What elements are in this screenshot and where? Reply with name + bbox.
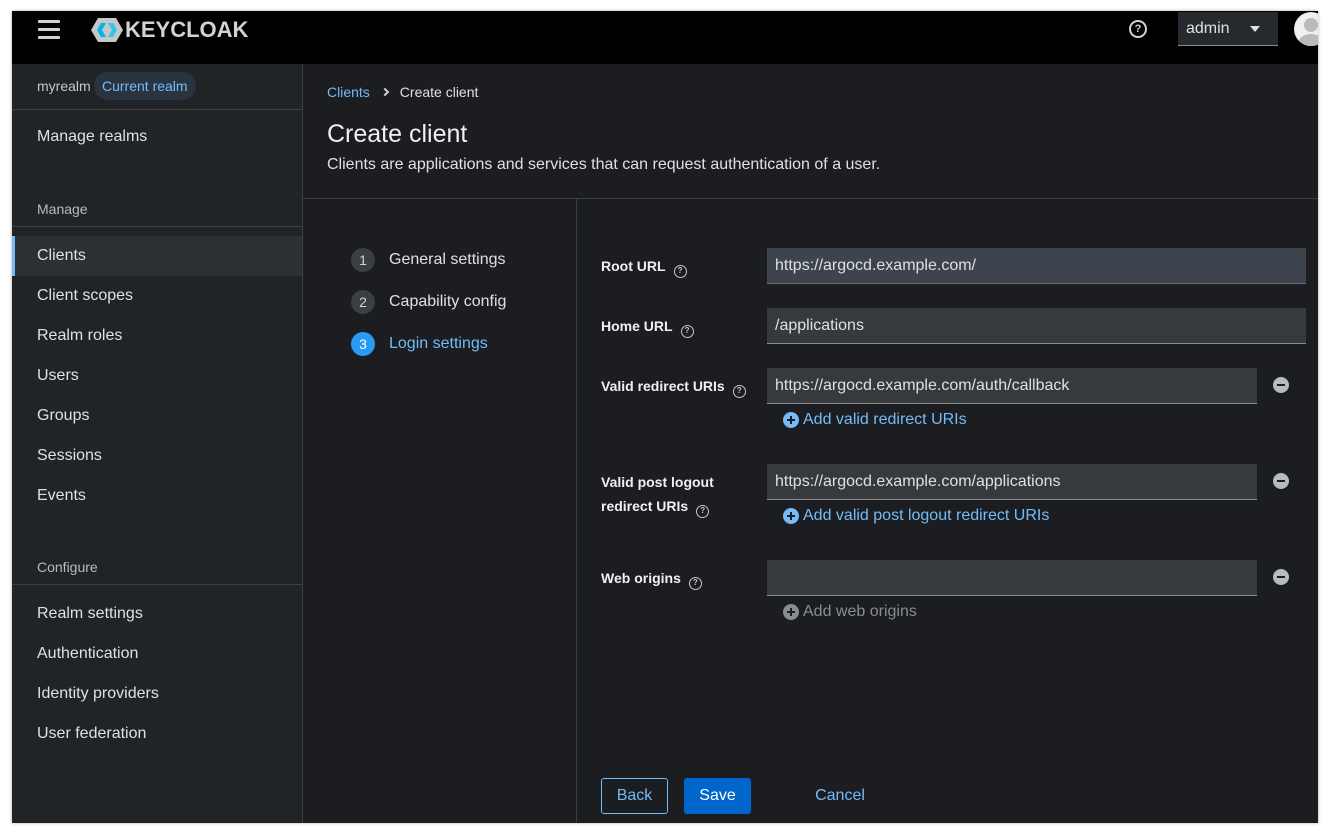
help-icon[interactable]: ? bbox=[732, 384, 746, 398]
sidebar-item-clients[interactable]: Clients bbox=[12, 236, 302, 276]
back-button[interactable]: Back bbox=[601, 778, 668, 814]
hamburger-icon[interactable] bbox=[38, 20, 60, 40]
realm-name: myrealm bbox=[37, 78, 91, 94]
home-url-input[interactable] bbox=[767, 308, 1306, 344]
root-url-input[interactable] bbox=[767, 248, 1306, 284]
web-origins-label: Web origins? bbox=[601, 566, 702, 590]
sidebar-item-realm-settings[interactable]: Realm settings bbox=[12, 594, 302, 634]
top-header: KEYCLOAK ? admin bbox=[12, 11, 1318, 64]
sidebar-item-authentication[interactable]: Authentication bbox=[12, 634, 302, 674]
sidebar-item-groups[interactable]: Groups bbox=[12, 396, 302, 436]
app-window: KEYCLOAK ? admin myrealm Current realm M… bbox=[12, 11, 1318, 823]
page-description: Clients are applications and services th… bbox=[327, 156, 881, 173]
step-label: Login settings bbox=[389, 335, 488, 352]
logo-text: KEYCLOAK bbox=[125, 17, 249, 42]
sidebar-item-manage-realms[interactable]: Manage realms bbox=[12, 117, 302, 157]
add-valid-redirect-uris-button[interactable]: Add valid redirect URIs bbox=[783, 411, 967, 429]
current-realm-badge: Current realm bbox=[94, 72, 196, 100]
step-number: 1 bbox=[351, 248, 375, 272]
sidebar-item-users[interactable]: Users bbox=[12, 356, 302, 396]
keycloak-logo[interactable]: KEYCLOAK bbox=[90, 17, 248, 43]
add-valid-post-logout-redirect-uris-button[interactable]: Add valid post logout redirect URIs bbox=[783, 507, 1049, 525]
wizard-nav: 1 General settings 2 Capability config 3… bbox=[303, 199, 577, 823]
plus-circle-icon bbox=[783, 508, 799, 524]
minus-circle-icon[interactable] bbox=[1273, 569, 1289, 585]
minus-circle-icon[interactable] bbox=[1273, 473, 1289, 489]
help-icon[interactable]: ? bbox=[688, 576, 702, 590]
sidebar-item-user-federation[interactable]: User federation bbox=[12, 714, 302, 754]
breadcrumb-current: Create client bbox=[399, 84, 479, 100]
save-button[interactable]: Save bbox=[684, 778, 751, 814]
add-web-origins-button[interactable]: Add web origins bbox=[783, 603, 917, 621]
user-avatar-icon[interactable] bbox=[1294, 12, 1318, 46]
keycloak-logo-icon bbox=[91, 18, 123, 42]
valid-redirect-uris-label: Valid redirect URIs? bbox=[601, 374, 746, 398]
plus-circle-icon bbox=[783, 604, 799, 620]
sidebar-section-configure: Configure bbox=[37, 559, 98, 575]
sidebar-item-sessions[interactable]: Sessions bbox=[12, 436, 302, 476]
breadcrumb-link-clients[interactable]: Clients bbox=[327, 84, 370, 100]
wizard-step-capability-config[interactable]: 2 Capability config bbox=[351, 290, 506, 314]
wizard-step-general-settings[interactable]: 1 General settings bbox=[351, 248, 506, 272]
help-icon[interactable]: ? bbox=[680, 324, 694, 338]
valid-post-logout-redirect-uris-label: Valid post logout redirect URIs? bbox=[601, 470, 714, 518]
valid-post-logout-redirect-uri-input[interactable] bbox=[767, 464, 1257, 500]
page-title: Create client bbox=[327, 120, 468, 148]
step-label: Capability config bbox=[389, 293, 507, 310]
realm-selector[interactable]: myrealm Current realm bbox=[12, 64, 302, 110]
help-icon[interactable]: ? bbox=[1129, 20, 1147, 38]
sidebar-section-manage: Manage bbox=[37, 201, 88, 217]
plus-circle-icon bbox=[783, 412, 799, 428]
step-number: 3 bbox=[351, 332, 375, 356]
sidebar-item-realm-roles[interactable]: Realm roles bbox=[12, 316, 302, 356]
sidebar-item-identity-providers[interactable]: Identity providers bbox=[12, 674, 302, 714]
chevron-right-icon bbox=[380, 87, 390, 97]
sidebar-divider bbox=[12, 584, 302, 585]
step-number: 2 bbox=[351, 290, 375, 314]
main-content: Clients Create client Create client Clie… bbox=[303, 64, 1318, 823]
minus-circle-icon[interactable] bbox=[1273, 377, 1289, 393]
help-icon[interactable]: ? bbox=[696, 504, 710, 518]
user-name: admin bbox=[1186, 19, 1230, 37]
breadcrumb: Clients Create client bbox=[327, 84, 478, 100]
user-dropdown[interactable]: admin bbox=[1178, 12, 1278, 46]
caret-down-icon bbox=[1250, 26, 1260, 32]
sidebar-item-client-scopes[interactable]: Client scopes bbox=[12, 276, 302, 316]
web-origins-input[interactable] bbox=[767, 560, 1257, 596]
wizard-step-login-settings[interactable]: 3 Login settings bbox=[351, 332, 488, 356]
sidebar: myrealm Current realm Manage realms Mana… bbox=[12, 64, 303, 823]
sidebar-divider bbox=[12, 226, 302, 227]
sidebar-item-events[interactable]: Events bbox=[12, 476, 302, 516]
step-label: General settings bbox=[389, 251, 506, 268]
cancel-button[interactable]: Cancel bbox=[803, 778, 877, 814]
valid-redirect-uri-input[interactable] bbox=[767, 368, 1257, 404]
home-url-label: Home URL? bbox=[601, 314, 694, 338]
help-icon[interactable]: ? bbox=[673, 264, 687, 278]
root-url-label: Root URL? bbox=[601, 254, 687, 278]
